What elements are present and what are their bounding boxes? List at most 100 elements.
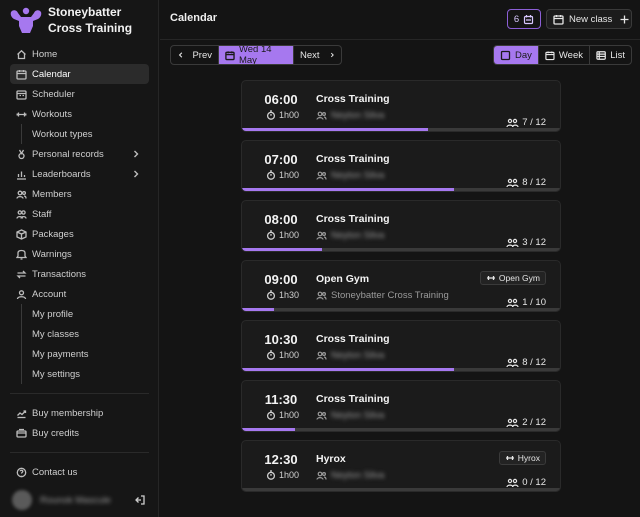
class-count-button[interactable]: 6 (507, 9, 541, 29)
sidebar-item-workouts[interactable]: Workouts (10, 104, 149, 124)
class-coach: Neyton Silva (316, 230, 384, 241)
sidebar-item-label: Transactions (32, 268, 87, 280)
prev-label: Prev (192, 49, 212, 61)
sidebar-item-members[interactable]: Members (10, 184, 149, 204)
sidebar-item-buy-credits[interactable]: Buy credits (10, 423, 149, 443)
class-time: 09:00 (264, 272, 298, 287)
sidebar-item-workout-types[interactable]: Workout types (10, 124, 149, 144)
sidebar-item-my-profile[interactable]: My profile (10, 304, 149, 324)
class-name: Hyrox (316, 453, 346, 465)
coach-icon (316, 291, 327, 300)
sidebar-item-my-settings[interactable]: My settings (10, 364, 149, 384)
coach-icon (316, 411, 327, 420)
sidebar-nav: Home Calendar Scheduler Workouts Workout typ… (10, 44, 149, 482)
class-card[interactable]: 08:00 1h00 Cross Training Neyton Silva 3 / 1… (241, 200, 561, 252)
sidebar-item-home[interactable]: Home (10, 44, 149, 64)
new-class-button[interactable]: New class (546, 9, 632, 29)
help-icon (16, 467, 27, 478)
brand-name: Stoneybatter Cross Training (48, 5, 133, 35)
class-name: Cross Training (316, 153, 390, 165)
class-card[interactable]: 12:30 1h00 Hyrox Neyton Silva Hyrox 0 / 12 (241, 440, 561, 492)
capacity-bar (242, 488, 560, 491)
sidebar-item-account[interactable]: Account (10, 284, 149, 304)
sidebar-item-staff[interactable]: Staff (10, 204, 149, 224)
attendees-icon (506, 358, 519, 367)
date-picker-button[interactable]: Wed 14 May (218, 46, 294, 64)
brand[interactable]: Stoneybatter Cross Training (8, 4, 132, 36)
class-duration: 1h00 (266, 170, 299, 180)
sidebar-item-label: Workouts (32, 108, 72, 120)
chevron-right-icon (330, 52, 334, 58)
capacity-bar (242, 188, 560, 191)
class-count: 6 (513, 13, 520, 25)
medal-icon (16, 149, 27, 160)
class-time: 10:30 (264, 332, 298, 347)
class-card[interactable]: 11:30 1h00 Cross Training Neyton Silva 2 / 1… (241, 380, 561, 432)
class-name: Cross Training (316, 93, 390, 105)
sidebar-item-contact-us[interactable]: Contact us (10, 462, 149, 482)
prev-day-button[interactable]: Prev (171, 46, 218, 64)
class-card[interactable]: 07:00 1h00 Cross Training Neyton Silva 8 / 1… (241, 140, 561, 192)
class-coach: Neyton Silva (316, 350, 384, 361)
sidebar-item-my-payments[interactable]: My payments (10, 344, 149, 364)
class-card[interactable]: 10:30 1h00 Cross Training Neyton Silva 8 / 1… (241, 320, 561, 372)
capacity-fill (242, 248, 322, 251)
class-time: 08:00 (264, 212, 298, 227)
capacity-bar (242, 428, 560, 431)
capacity-bar (242, 308, 560, 311)
view-day-button[interactable]: Day (494, 46, 538, 64)
class-coach: Neyton Silva (316, 170, 384, 181)
avatar[interactable] (12, 490, 32, 510)
sidebar-item-label: Home (32, 48, 58, 60)
current-date: Wed 14 May (238, 45, 272, 65)
sidebar-item-warnings[interactable]: Warnings (10, 244, 149, 264)
sidebar-item-buy-membership[interactable]: Buy membership (10, 403, 149, 423)
class-card[interactable]: 09:00 1h30 Open Gym Stoneybatter Cross Trai… (241, 260, 561, 312)
class-type-badge: Hyrox (498, 451, 546, 465)
sidebar-item-transactions[interactable]: Transactions (10, 264, 149, 284)
class-duration: 1h00 (266, 110, 299, 120)
next-day-button[interactable]: Next (294, 46, 341, 64)
sidebar-item-scheduler[interactable]: Scheduler (10, 84, 149, 104)
class-name: Cross Training (316, 333, 390, 345)
user-row[interactable]: Rounok Mascule (12, 489, 150, 511)
sidebar-item-label: Calendar (32, 68, 71, 80)
muscle-figure-icon (10, 7, 42, 33)
class-duration: 1h00 (266, 470, 299, 480)
class-card[interactable]: 06:00 1h00 Cross Training Neyton Silva 7 / 1… (241, 80, 561, 132)
capacity-fill (242, 308, 274, 311)
account-icon (16, 289, 27, 300)
sidebar-item-label: Buy credits (32, 427, 79, 439)
class-capacity: 7 / 12 (506, 117, 546, 128)
attendees-icon (506, 118, 519, 127)
capacity-fill (242, 428, 295, 431)
dumbbell-icon (16, 109, 27, 120)
view-list-button[interactable]: List (589, 46, 631, 64)
page-title: Calendar (170, 12, 218, 24)
class-name: Open Gym (316, 273, 370, 285)
home-icon (16, 49, 27, 60)
attendees-icon (506, 418, 519, 427)
class-coach: Neyton Silva (316, 110, 384, 121)
week-view-icon (545, 50, 555, 60)
capacity-fill (242, 128, 428, 131)
logout-icon[interactable] (134, 494, 146, 506)
sidebar-item-leaderboards[interactable]: Leaderboards (10, 164, 149, 184)
view-week-button[interactable]: Week (538, 46, 589, 64)
sidebar-item-label: Account (32, 288, 67, 300)
sidebar-item-packages[interactable]: Packages (10, 224, 149, 244)
day-view-icon (500, 50, 511, 60)
class-capacity: 3 / 12 (506, 237, 546, 248)
view-week-label: Week (558, 49, 583, 61)
chevron-right-icon[interactable] (131, 149, 141, 159)
timer-icon (266, 290, 276, 300)
new-class-label: New class (569, 13, 613, 25)
users-icon (16, 189, 27, 200)
sidebar-item-my-classes[interactable]: My classes (10, 324, 149, 344)
sidebar-item-label: My classes (32, 328, 79, 340)
sidebar-item-label: My profile (32, 308, 74, 320)
sidebar-item-calendar[interactable]: Calendar (10, 64, 149, 84)
sidebar-item-personal-records[interactable]: Personal records (10, 144, 149, 164)
class-list: 06:00 1h00 Cross Training Neyton Silva 7 / 1… (241, 80, 561, 500)
chevron-right-icon[interactable] (131, 169, 141, 179)
